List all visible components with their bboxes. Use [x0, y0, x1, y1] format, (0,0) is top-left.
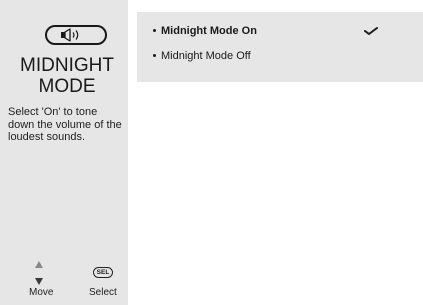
option-menu: Midnight Mode On Midnight Mode Off [137, 12, 423, 82]
bullet-icon [153, 28, 156, 32]
bullet-icon [153, 53, 156, 57]
title-line-1: MIDNIGHT [20, 55, 114, 76]
mode-description: Select 'On' to tone down the volume of t… [8, 106, 122, 143]
option-label: Midnight Mode On [161, 25, 257, 37]
move-label: Move [29, 287, 54, 298]
select-button-icon: SEL [93, 267, 113, 278]
sidebar-panel: MIDNIGHT MODE Select 'On' to tone down t… [0, 0, 128, 305]
page-title: MIDNIGHT MODE [0, 55, 134, 97]
mode-icon-badge [45, 25, 107, 45]
move-arrows-icon [35, 261, 43, 285]
option-midnight-mode-on[interactable]: Midnight Mode On [153, 25, 257, 38]
select-label: Select [89, 287, 117, 298]
title-line-2: MODE [38, 76, 96, 97]
option-midnight-mode-off[interactable]: Midnight Mode Off [153, 50, 251, 63]
checkmark-icon [364, 27, 378, 35]
option-label: Midnight Mode Off [161, 50, 251, 62]
speaker-icon [61, 28, 79, 42]
